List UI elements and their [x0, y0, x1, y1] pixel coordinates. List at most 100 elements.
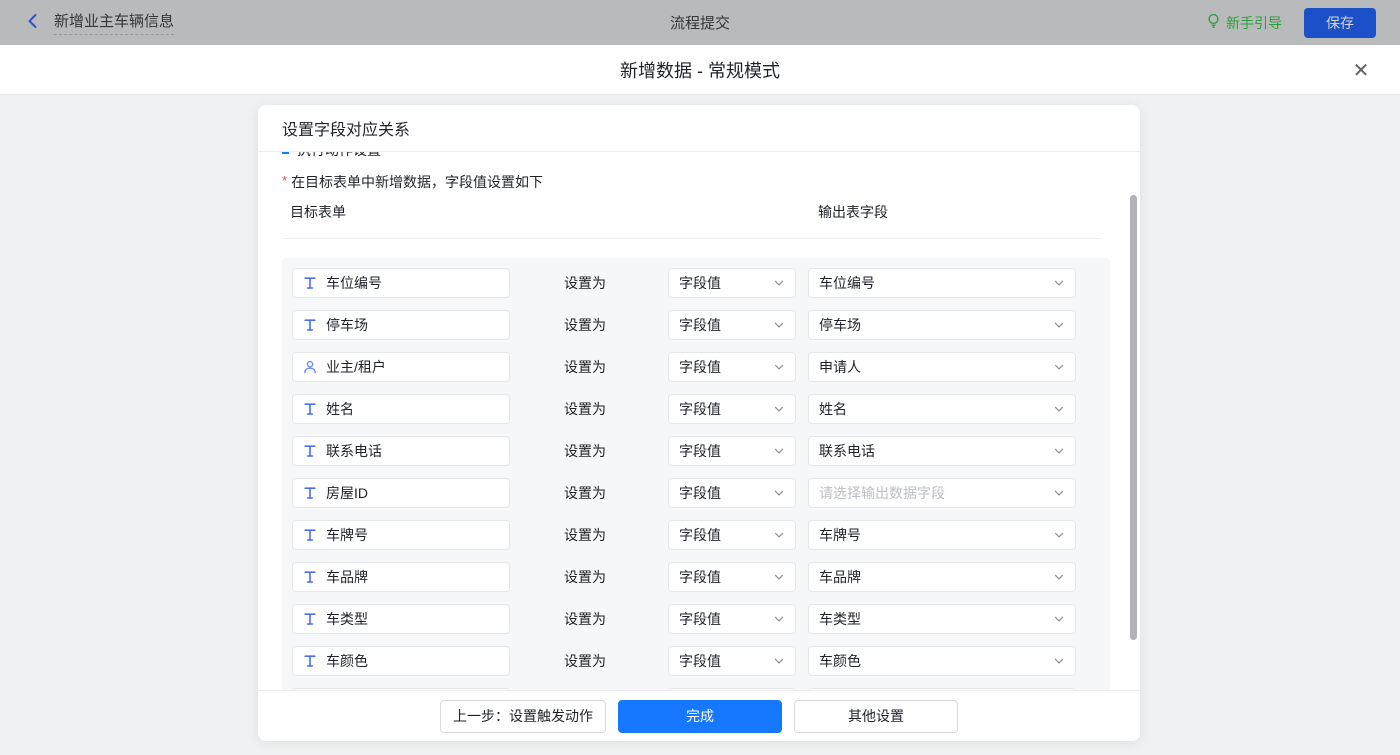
output-field-selected: 车品牌: [819, 567, 861, 587]
field-mapping-row: 房屋ID设置为字段值请选择输出数据字段: [292, 478, 1100, 508]
value-mode-select[interactable]: 字段值: [668, 394, 796, 424]
instruction-line: * 在目标表单中新增数据，字段值设置如下: [282, 172, 543, 192]
text-field-icon: [303, 444, 317, 458]
output-field-select[interactable]: 申请人: [808, 352, 1076, 382]
required-asterisk: *: [282, 173, 287, 188]
output-field-selected: 姓名: [819, 399, 847, 419]
output-field-select[interactable]: 停车场: [808, 310, 1076, 340]
text-field-icon: [303, 402, 317, 416]
field-mapping-row: 车位编号 设置为 字段值 车位编号: [292, 268, 1100, 298]
beginner-guide-link[interactable]: 新手引导: [1206, 13, 1282, 33]
text-field-icon: [303, 486, 317, 500]
value-mode-selected: 字段值: [679, 525, 721, 545]
back-button[interactable]: [24, 12, 42, 33]
previous-step-button[interactable]: 上一步：设置触发动作: [440, 700, 606, 733]
value-mode-select[interactable]: 字段值: [668, 646, 796, 676]
output-field-select[interactable]: 车类型: [808, 604, 1076, 634]
instruction-text: 在目标表单中新增数据，字段值设置如下: [291, 172, 543, 192]
target-field-input[interactable]: 业主/租户: [292, 352, 510, 382]
field-mapping-row: 停车场设置为字段值停车场: [292, 310, 1100, 340]
value-mode-selected: 字段值: [679, 567, 721, 587]
target-field-input[interactable]: 车品牌: [292, 562, 510, 592]
value-mode-select[interactable]: 字段值: [668, 436, 796, 466]
set-as-label: 设置为: [564, 357, 610, 377]
target-field-input[interactable]: 车颜色: [292, 646, 510, 676]
text-field-icon: [303, 570, 317, 584]
target-field-input[interactable]: 停车场: [292, 310, 510, 340]
lightbulb-icon: [1206, 13, 1221, 32]
field-mapping-row: 车牌号 设置为 字段值 车牌号: [292, 520, 1100, 550]
output-field-selected: 申请人: [819, 357, 861, 377]
target-field-label: 业主/租户: [326, 357, 386, 377]
set-as-label: 设置为: [564, 567, 610, 587]
target-field-label: 车颜色: [326, 651, 368, 671]
output-field-selected: 联系电话: [819, 441, 875, 461]
value-mode-selected: 字段值: [679, 483, 721, 503]
output-field-selected: 请选择输出数据字段: [819, 483, 945, 503]
done-button[interactable]: 完成: [618, 700, 782, 733]
output-field-select[interactable]: 请选择输出数据字段: [808, 478, 1076, 508]
flow-name-title[interactable]: 新增业主车辆信息: [54, 10, 174, 35]
value-mode-select[interactable]: 字段值: [668, 310, 796, 340]
output-field-select[interactable]: 车品牌: [808, 562, 1076, 592]
set-as-label: 设置为: [564, 651, 610, 671]
output-field-select[interactable]: 车牌号: [808, 520, 1076, 550]
modal-footer: 上一步：设置触发动作 完成 其他设置: [258, 690, 1140, 741]
value-mode-select[interactable]: 字段值: [668, 352, 796, 382]
value-mode-select[interactable]: 字段值: [668, 268, 796, 298]
field-mapping-modal: 设置字段对应关系 执行动作设置 * 在目标表单中新增数据，字段值设置如下 目标表…: [258, 105, 1140, 741]
modal-scroll-area: 执行动作设置 * 在目标表单中新增数据，字段值设置如下 目标表单 输出表字段 车…: [258, 152, 1140, 690]
output-field-selected: 车牌号: [819, 525, 861, 545]
value-mode-selected: 字段值: [679, 651, 721, 671]
output-field-select[interactable]: 车位编号: [808, 268, 1076, 298]
set-as-label: 设置为: [564, 273, 610, 293]
output-field-selected: 车类型: [819, 609, 861, 629]
header-divider: [283, 238, 1100, 239]
target-field-input[interactable]: 姓名: [292, 394, 510, 424]
beginner-guide-label: 新手引导: [1226, 13, 1282, 33]
target-field-label: 联系电话: [326, 441, 382, 461]
target-field-input[interactable]: 车牌号: [292, 520, 510, 550]
output-field-select[interactable]: 联系电话: [808, 436, 1076, 466]
value-mode-selected: 字段值: [679, 441, 721, 461]
save-button[interactable]: 保存: [1304, 8, 1376, 38]
output-field-select[interactable]: 车颜色: [808, 646, 1076, 676]
value-mode-selected: 字段值: [679, 357, 721, 377]
target-field-label: 停车场: [326, 315, 368, 335]
text-field-icon: [303, 276, 317, 290]
set-as-label: 设置为: [564, 399, 610, 419]
other-settings-button[interactable]: 其他设置: [794, 700, 958, 733]
target-field-label: 房屋ID: [326, 483, 368, 503]
target-field-label: 车牌号: [326, 525, 368, 545]
clipped-section-heading: 执行动作设置: [282, 152, 381, 160]
target-field-label: 车品牌: [326, 567, 368, 587]
value-mode-selected: 字段值: [679, 315, 721, 335]
output-field-selected: 车位编号: [819, 273, 875, 293]
field-mapping-row: 车品牌 设置为 字段值 车品牌: [292, 562, 1100, 592]
column-header-output-field: 输出表字段: [818, 202, 888, 222]
value-mode-selected: 字段值: [679, 399, 721, 419]
output-field-select[interactable]: 姓名: [808, 394, 1076, 424]
output-field-selected: 停车场: [819, 315, 861, 335]
text-field-icon: [303, 318, 317, 332]
target-field-input[interactable]: 房屋ID: [292, 478, 510, 508]
value-mode-select[interactable]: 字段值: [668, 604, 796, 634]
target-field-label: 车类型: [326, 609, 368, 629]
close-icon[interactable]: ✕: [1348, 57, 1374, 83]
set-as-label: 设置为: [564, 525, 610, 545]
text-field-icon: [303, 528, 317, 542]
target-field-input[interactable]: 车类型: [292, 604, 510, 634]
value-mode-selected: 字段值: [679, 609, 721, 629]
output-field-selected: 车颜色: [819, 651, 861, 671]
vertical-scrollbar-thumb[interactable]: [1130, 195, 1137, 640]
value-mode-select[interactable]: 字段值: [668, 478, 796, 508]
text-field-icon: [303, 612, 317, 626]
value-mode-select[interactable]: 字段值: [668, 520, 796, 550]
value-mode-select[interactable]: 字段值: [668, 562, 796, 592]
dialog-title-bar: 新增数据 - 常规模式 ✕: [0, 45, 1400, 95]
target-field-input[interactable]: 车位编号: [292, 268, 510, 298]
field-mapping-row: 联系电话 设置为 字段值 联系电话: [292, 436, 1100, 466]
field-mapping-row: 车类型设置为字段值车类型: [292, 604, 1100, 634]
set-as-label: 设置为: [564, 441, 610, 461]
target-field-input[interactable]: 联系电话: [292, 436, 510, 466]
